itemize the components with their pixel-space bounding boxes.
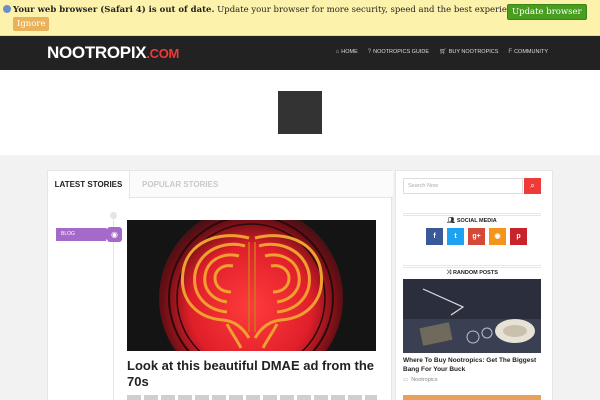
shuffle-icon: ⤨ xyxy=(446,270,451,276)
social-title: SOCIAL MEDIA xyxy=(456,218,497,224)
divider xyxy=(403,265,541,268)
cart-icon: 🛒︎ xyxy=(439,49,447,55)
category-tag[interactable]: BLOG xyxy=(56,228,112,241)
facebook-icon: f xyxy=(433,233,436,240)
logo-suffix: .COM xyxy=(146,46,180,61)
rss-button[interactable]: ◉ xyxy=(489,228,506,245)
post-featured-image[interactable] xyxy=(127,220,376,351)
camera-icon: ◉ xyxy=(107,227,122,242)
menu-item-buy-nootropics[interactable]: 🛒︎ BUY NOOTROPICS xyxy=(439,48,499,56)
question-icon: ? xyxy=(367,48,372,55)
browser-notice-bold: Your web browser (Safari 4) is out of da… xyxy=(13,5,215,15)
top-nav: NOOTROPIX.COM ⌂ HOME ? NOOTROPICS GUIDE 🛒︎… xyxy=(0,36,600,70)
timeline-line xyxy=(113,215,114,400)
twitter-icon: t xyxy=(454,233,457,240)
widget-title: 👥︎ SOCIAL MEDIA xyxy=(442,218,502,224)
menu-item-community[interactable]: f COMMUNITY xyxy=(508,48,548,55)
timeline-dot xyxy=(110,212,117,219)
rss-icon: ◉ xyxy=(494,233,501,240)
search-button[interactable]: ⌕ xyxy=(524,178,541,194)
facebook-icon: f xyxy=(508,48,513,55)
menu-label: HOME xyxy=(341,48,358,55)
logo-main: NOOTROPIX xyxy=(47,43,147,62)
google-plus-icon: g+ xyxy=(472,233,481,240)
home-icon: ⌂ xyxy=(335,48,340,55)
twitter-button[interactable]: t xyxy=(447,228,464,245)
update-browser-button[interactable]: Update browser xyxy=(507,4,587,20)
random-title: RANDOM POSTS xyxy=(452,270,498,276)
menu-item-home[interactable]: ⌂ HOME xyxy=(336,48,358,55)
page: Your web browser (Safari 4) is out of da… xyxy=(0,0,600,400)
tab-latest-stories[interactable]: LATEST STORIES xyxy=(48,171,130,199)
social-media-header: 👥︎ SOCIAL MEDIA xyxy=(403,209,541,224)
menu-item-nootropics-guide[interactable]: ? NOOTROPICS GUIDE xyxy=(368,48,429,55)
random-posts-header: ⤨ RANDOM POSTS xyxy=(403,261,541,276)
ad-banner-area xyxy=(0,70,600,155)
brain-illustration xyxy=(127,220,376,351)
facebook-button[interactable]: f xyxy=(426,228,443,245)
search-icon: ⌕ xyxy=(530,181,535,190)
main-menu: ⌂ HOME ? NOOTROPICS GUIDE 🛒︎ BUY NOOTROPICS… xyxy=(336,48,548,56)
post-title[interactable]: Look at this beautiful DMAE ad from the … xyxy=(127,358,377,390)
widget-title: ⤨ RANDOM POSTS xyxy=(441,270,503,276)
google-plus-button[interactable]: g+ xyxy=(468,228,485,245)
stories-panel: LATEST STORIES POPULAR STORIES BLOG ◉ Lo… xyxy=(47,170,393,400)
search-input[interactable] xyxy=(403,178,523,194)
random-post-image[interactable] xyxy=(403,279,541,353)
ignore-button[interactable]: Ignore xyxy=(13,17,50,31)
tab-popular-stories[interactable]: POPULAR STORIES xyxy=(130,171,230,198)
divider xyxy=(403,213,541,216)
menu-label: COMMUNITY xyxy=(514,48,548,55)
random-post-category[interactable]: ▭ Nootropics xyxy=(403,377,438,383)
menu-label: NOOTROPICS GUIDE xyxy=(373,48,430,55)
browser-notice-text: Your web browser (Safari 4) is out of da… xyxy=(3,5,575,15)
globe-icon xyxy=(3,5,11,13)
pinterest-button[interactable]: p xyxy=(510,228,527,245)
stories-tabs: LATEST STORIES POPULAR STORIES xyxy=(48,171,393,199)
post-excerpt xyxy=(127,395,377,400)
ad-placeholder[interactable] xyxy=(278,91,322,134)
menu-label: BUY NOOTROPICS xyxy=(448,48,499,55)
site-logo[interactable]: NOOTROPIX.COM xyxy=(47,43,179,63)
pinterest-icon: p xyxy=(516,233,521,240)
outdated-browser-bar: Your web browser (Safari 4) is out of da… xyxy=(0,0,600,36)
random-post-title[interactable]: Where To Buy Nootropics: Get The Biggest… xyxy=(403,357,541,374)
random-post-thumbnail xyxy=(403,279,541,353)
users-icon: 👥︎ xyxy=(447,218,455,224)
social-buttons: f t g+ ◉ p xyxy=(426,228,527,245)
folder-icon: ▭ xyxy=(403,377,409,383)
random-post-image-2[interactable] xyxy=(403,395,541,400)
sidebar: ⌕ 👥︎SOCIAL MEDIA f t g+ ◉ p ⤨RANDOM POST… xyxy=(395,170,553,400)
random-post-category-label: Nootropics xyxy=(411,377,438,383)
